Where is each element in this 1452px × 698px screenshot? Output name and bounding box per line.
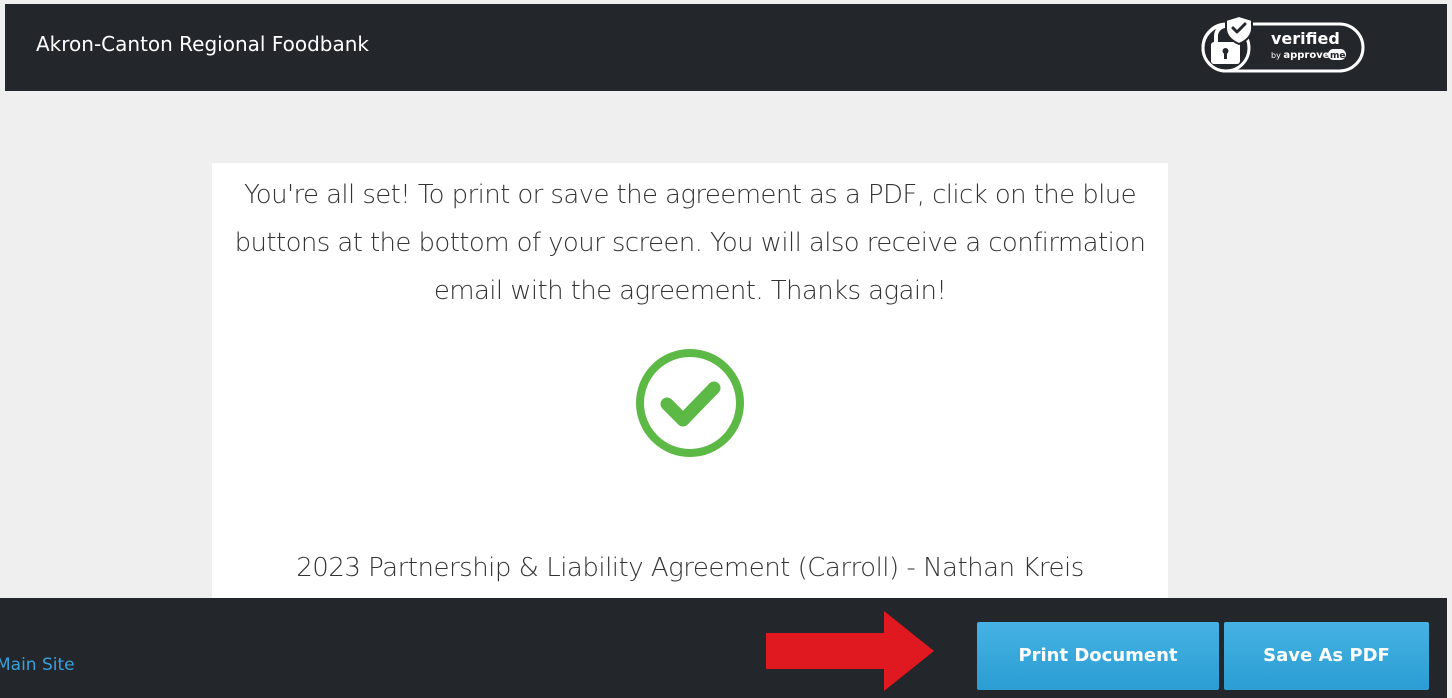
confirmation-card: You're all set! To print or save the agr… <box>212 163 1168 603</box>
svg-text:me: me <box>1330 51 1345 61</box>
signing-complete-page: Akron-Canton Regional Foodbank verified … <box>0 0 1452 698</box>
confirmation-message: You're all set! To print or save the agr… <box>234 180 1146 306</box>
print-document-button[interactable]: Print Document <box>977 622 1219 690</box>
check-circle-icon <box>634 347 746 459</box>
svg-text:by approve: by approve <box>1271 50 1330 61</box>
svg-text:verified: verified <box>1271 29 1340 48</box>
verified-badge[interactable]: verified by approve me <box>1197 12 1369 76</box>
main-site-link[interactable]: Main Site <box>0 655 75 675</box>
organization-name: Akron-Canton Regional Foodbank <box>36 32 369 56</box>
red-arrow-icon <box>766 611 938 691</box>
bottom-action-bar: Main Site Print Document Save As PDF <box>0 598 1447 698</box>
save-as-pdf-button[interactable]: Save As PDF <box>1224 622 1429 690</box>
shield-lock-icon: verified by approve me <box>1201 14 1365 73</box>
document-title: 2023 Partnership & Liability Agreement (… <box>296 553 1084 583</box>
top-header-bar: Akron-Canton Regional Foodbank verified … <box>5 4 1447 91</box>
